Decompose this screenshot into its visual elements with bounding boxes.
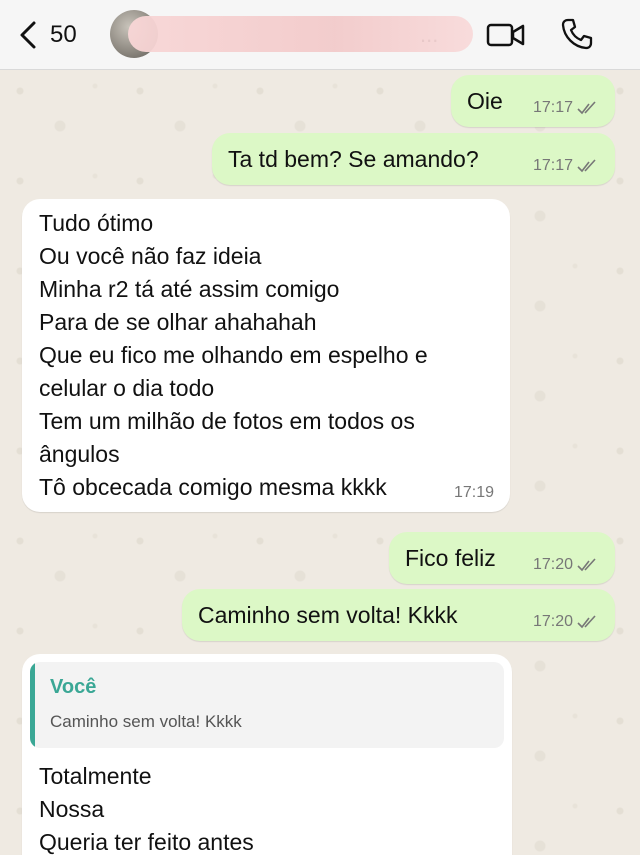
chat-area[interactable]: Oie 17:17 Ta td bem? Se amando? 17:17 Tu… bbox=[0, 71, 640, 855]
message-text: Caminho sem volta! Kkkk bbox=[198, 602, 458, 628]
double-check-icon bbox=[577, 558, 596, 572]
unread-count: 50 bbox=[50, 21, 77, 48]
message-bubble-outgoing[interactable]: Oie 17:17 bbox=[451, 75, 615, 127]
message-text: Tudo ótimo Ou você não faz ideia Minha r… bbox=[39, 210, 428, 500]
message-meta: 17:17 bbox=[533, 157, 599, 175]
video-call-icon[interactable] bbox=[486, 20, 526, 50]
message-time: 17:17 bbox=[532, 157, 573, 174]
contact-name-redaction bbox=[128, 16, 473, 52]
chevron-left-icon bbox=[20, 21, 36, 49]
message-time: 17:20 bbox=[532, 613, 573, 630]
double-check-icon bbox=[577, 159, 596, 173]
message-time: 17:20 bbox=[532, 556, 573, 573]
quoted-message[interactable]: Você Caminho sem volta! Kkkk bbox=[30, 662, 504, 748]
back-button[interactable]: 50 bbox=[18, 20, 77, 50]
double-check-icon bbox=[577, 101, 596, 115]
message-meta: 17:20 bbox=[533, 556, 599, 574]
message-bubble-outgoing[interactable]: Ta td bem? Se amando? 17:17 bbox=[212, 133, 615, 185]
message-meta: 17:19 bbox=[454, 484, 494, 502]
message-time: 17:17 bbox=[532, 99, 573, 116]
message-bubble-incoming[interactable]: Tudo ótimo Ou você não faz ideia Minha r… bbox=[22, 199, 510, 512]
chat-header: 50 ... bbox=[0, 0, 640, 70]
message-text: Ta td bem? Se amando? bbox=[228, 146, 479, 172]
quote-accent-bar bbox=[30, 662, 35, 748]
quote-author: Você bbox=[50, 676, 97, 698]
phone-icon[interactable] bbox=[560, 17, 594, 51]
message-meta: 17:20 bbox=[533, 613, 599, 631]
message-meta: 17:17 bbox=[533, 99, 599, 117]
message-bubble-outgoing[interactable]: Fico feliz 17:20 bbox=[389, 532, 615, 584]
message-time: 17:19 bbox=[453, 484, 494, 501]
message-text: Fico feliz bbox=[405, 545, 496, 571]
double-check-icon bbox=[577, 615, 596, 629]
message-text: Oie bbox=[467, 88, 503, 114]
quote-text: Caminho sem volta! Kkkk bbox=[50, 712, 242, 731]
message-bubble-outgoing[interactable]: Caminho sem volta! Kkkk 17:20 bbox=[182, 589, 615, 641]
message-text: Totalmente Nossa Queria ter feito antes bbox=[39, 763, 254, 855]
message-bubble-incoming[interactable]: Você Caminho sem volta! Kkkk Totalmente … bbox=[22, 654, 512, 855]
